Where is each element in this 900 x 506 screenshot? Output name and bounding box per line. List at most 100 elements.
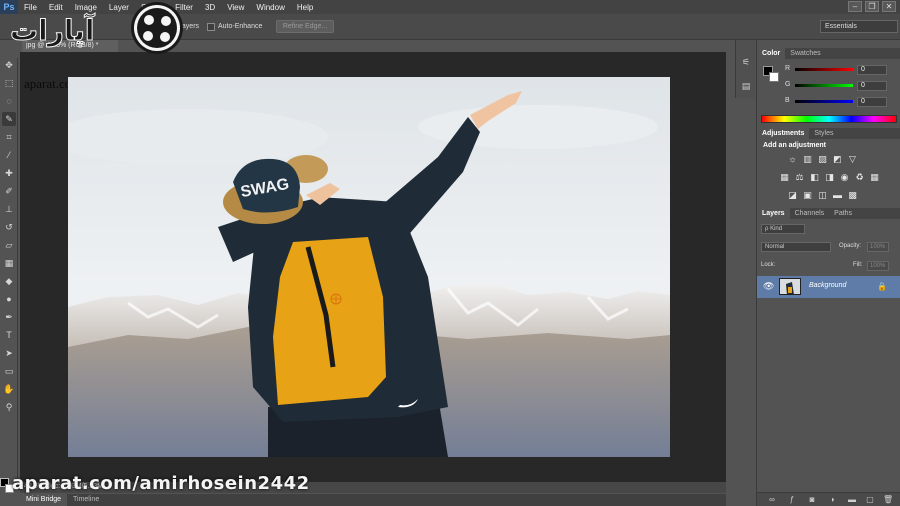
- brightness-contrast-icon[interactable]: ☼: [787, 154, 798, 165]
- healing-brush-tool-icon[interactable]: ✚: [2, 166, 16, 180]
- menu-view[interactable]: View: [221, 3, 250, 12]
- opacity-field[interactable]: 100%: [867, 242, 889, 252]
- menu-3d[interactable]: 3D: [199, 3, 221, 12]
- color-panel-tabs: Color Swatches: [757, 48, 900, 59]
- eye-icon[interactable]: 👁: [763, 281, 774, 292]
- red-label: R: [785, 65, 791, 72]
- new-layer-icon[interactable]: ▢: [865, 495, 875, 505]
- blend-mode-select[interactable]: Normal: [761, 242, 831, 252]
- hue-saturation-icon[interactable]: ⚖: [794, 172, 805, 183]
- fill-field[interactable]: 100%: [867, 261, 889, 271]
- selective-color-icon[interactable]: ▩: [847, 190, 858, 201]
- layers-panel-footer: ∞ ƒ ◙ ◑ ▬ ▢ 🗑: [757, 492, 900, 506]
- blue-value[interactable]: 0: [857, 97, 887, 107]
- channel-mixer-icon[interactable]: ♻: [854, 172, 865, 183]
- opacity-label: Opacity:: [839, 243, 862, 249]
- fill-label: Fill:: [853, 262, 863, 268]
- pen-tool-icon[interactable]: ✒: [2, 310, 16, 324]
- green-slider[interactable]: G 0: [785, 81, 899, 91]
- vibrance-icon[interactable]: ▦: [779, 172, 790, 183]
- gradient-map-icon[interactable]: ▽: [847, 154, 858, 165]
- move-tool-icon[interactable]: ✥: [2, 58, 16, 72]
- posterize-icon[interactable]: ▣: [802, 190, 813, 201]
- auto-enhance-checkbox[interactable]: [207, 23, 215, 31]
- right-panels: Color Swatches R 0 G 0 B 0 Adjustments S…: [756, 40, 900, 506]
- document-image[interactable]: SWAG: [68, 77, 670, 457]
- workspace-select[interactable]: Essentials: [820, 20, 898, 33]
- menu-window[interactable]: Window: [250, 3, 290, 12]
- color-panel-background[interactable]: [769, 72, 779, 82]
- layer-style-icon[interactable]: ƒ: [787, 495, 797, 505]
- lock-icon: 🔒: [877, 282, 887, 291]
- layer-row-background[interactable]: 👁 Background 🔒: [757, 276, 900, 298]
- path-selection-tool-icon[interactable]: ➤: [2, 346, 16, 360]
- zoom-tool-icon[interactable]: ⚲: [2, 400, 16, 414]
- gradient-map-icon[interactable]: ▬: [832, 190, 843, 201]
- eyedropper-tool-icon[interactable]: ⁄: [2, 148, 16, 162]
- red-value[interactable]: 0: [857, 65, 887, 75]
- quick-selection-tool-icon[interactable]: ✎: [2, 112, 16, 126]
- tab-adjustments[interactable]: Adjustments: [757, 128, 810, 139]
- threshold-icon[interactable]: ◫: [817, 190, 828, 201]
- red-slider[interactable]: R 0: [785, 65, 899, 75]
- refine-edge-button[interactable]: Refine Edge...: [276, 20, 334, 33]
- collapsed-panels-strip: ⚟ ▤: [735, 40, 755, 98]
- type-tool-icon[interactable]: T: [2, 328, 16, 342]
- color-lookup-icon[interactable]: ▦: [869, 172, 880, 183]
- levels-icon[interactable]: ▥: [802, 154, 813, 165]
- delete-layer-icon[interactable]: 🗑: [883, 495, 893, 505]
- new-group-icon[interactable]: ▬: [847, 495, 857, 505]
- bottom-watermark-url: aparat.com/amirhosein2442: [12, 473, 310, 494]
- tab-paths[interactable]: Paths: [829, 208, 857, 219]
- adjustment-layer-icon[interactable]: ◑: [827, 495, 837, 505]
- layer-name[interactable]: Background: [809, 282, 846, 289]
- black-white-icon[interactable]: ◨: [824, 172, 835, 183]
- tab-channels[interactable]: Channels: [790, 208, 830, 219]
- menu-help[interactable]: Help: [291, 3, 319, 12]
- tab-layers[interactable]: Layers: [757, 208, 790, 219]
- history-panel-icon[interactable]: ⚟: [740, 56, 752, 68]
- minimize-button[interactable]: –: [848, 1, 862, 12]
- exposure-icon[interactable]: ◩: [832, 154, 843, 165]
- blue-track[interactable]: [795, 100, 853, 103]
- blur-tool-icon[interactable]: ◆: [2, 274, 16, 288]
- curves-icon[interactable]: ▨: [817, 154, 828, 165]
- layer-thumbnail: [779, 278, 801, 295]
- color-balance-icon[interactable]: ◧: [809, 172, 820, 183]
- color-spectrum[interactable]: [761, 115, 897, 123]
- clone-stamp-tool-icon[interactable]: ⊥: [2, 202, 16, 216]
- maximize-button[interactable]: ❐: [865, 1, 879, 12]
- marquee-tool-icon[interactable]: ⬚: [2, 76, 16, 90]
- tab-color[interactable]: Color: [757, 48, 786, 59]
- eraser-tool-icon[interactable]: ▱: [2, 238, 16, 252]
- tab-swatches[interactable]: Swatches: [785, 48, 825, 59]
- close-button[interactable]: ✕: [882, 1, 896, 12]
- rectangle-tool-icon[interactable]: ▭: [2, 364, 16, 378]
- link-layers-icon[interactable]: ∞: [767, 495, 777, 505]
- red-track[interactable]: [795, 68, 853, 71]
- tab-styles[interactable]: Styles: [809, 128, 838, 139]
- lasso-tool-icon[interactable]: ◌: [2, 94, 16, 108]
- gradient-tool-icon[interactable]: ▦: [2, 256, 16, 270]
- history-brush-tool-icon[interactable]: ↺: [2, 220, 16, 234]
- crop-tool-icon[interactable]: ⌗: [2, 130, 16, 144]
- properties-panel-icon[interactable]: ▤: [740, 80, 752, 92]
- layer-kind-filter[interactable]: ρ Kind: [761, 224, 805, 234]
- photo-filter-icon[interactable]: ◉: [839, 172, 850, 183]
- layers-panel-tabs: Layers Channels Paths: [757, 208, 900, 219]
- invert-icon[interactable]: ◪: [787, 190, 798, 201]
- brush-tool-icon[interactable]: ✐: [2, 184, 16, 198]
- dodge-tool-icon[interactable]: ●: [2, 292, 16, 306]
- green-track[interactable]: [795, 84, 853, 87]
- layer-mask-icon[interactable]: ◙: [807, 495, 817, 505]
- aparat-logo-text: آپارات: [10, 13, 96, 47]
- blue-slider[interactable]: B 0: [785, 97, 899, 107]
- hand-tool-icon[interactable]: ✋: [2, 382, 16, 396]
- tools-panel: ✥ ⬚ ◌ ✎ ⌗ ⁄ ✚ ✐ ⊥ ↺ ▱ ▦ ◆ ● ✒ T ➤ ▭ ✋ ⚲: [0, 58, 18, 493]
- bottom-panel-tabs: Mini Bridge Timeline: [20, 494, 726, 506]
- tab-timeline[interactable]: Timeline: [67, 494, 105, 506]
- adjustments-panel-tabs: Adjustments Styles: [757, 128, 900, 139]
- tab-mini-bridge[interactable]: Mini Bridge: [20, 494, 68, 506]
- green-value[interactable]: 0: [857, 81, 887, 91]
- auto-enhance-label: Auto-Enhance: [218, 23, 263, 30]
